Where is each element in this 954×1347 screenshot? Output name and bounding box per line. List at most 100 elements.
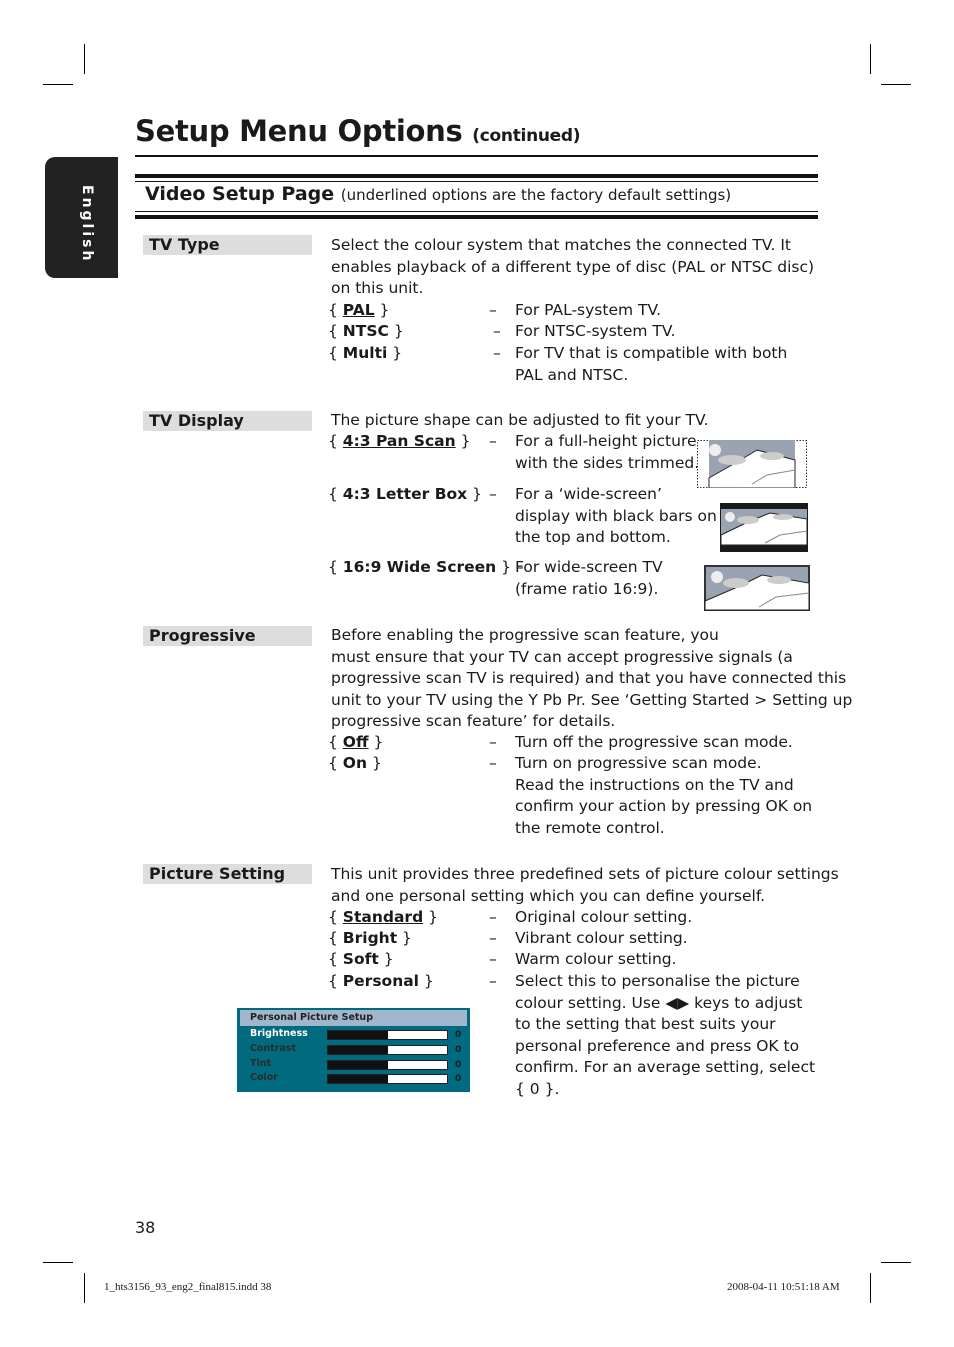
personal-picture-setup-panel: Personal Picture Setup Brightness 0 Cont…	[237, 1008, 470, 1092]
option-desc: Vibrant colour setting.	[515, 929, 688, 947]
dash: –	[489, 950, 497, 968]
option-desc: For wide-screen TV (frame ratio 16:9).	[515, 557, 663, 600]
picture-setting-intro: This unit provides three predefined sets…	[331, 864, 839, 907]
option-name: PAL	[342, 301, 375, 319]
language-tab: English	[45, 157, 118, 278]
option-off: { Off }	[328, 733, 384, 751]
crop-mark	[881, 84, 911, 85]
desc-line: (frame ratio 16:9).	[515, 579, 659, 598]
desc-line: display with black bars on	[515, 506, 717, 525]
section-rule-bottom	[135, 215, 818, 219]
section-title: Video Setup Page (underlined options are…	[145, 183, 731, 205]
brightness-slider[interactable]	[327, 1030, 448, 1040]
setting-label-contrast: Contrast	[250, 1043, 297, 1054]
progressive-intro: Before enabling the progressive scan fea…	[331, 625, 852, 733]
dash: –	[489, 908, 497, 926]
option-on: { On }	[328, 754, 382, 772]
dash: –	[489, 432, 497, 450]
desc-line: to the setting that best suits your	[515, 1015, 776, 1033]
option-name: Standard	[342, 908, 424, 926]
option-desc: Turn off the progressive scan mode.	[515, 733, 793, 751]
slider-fill	[328, 1046, 388, 1054]
desc-line: personal preference and press OK to	[515, 1036, 800, 1055]
setting-label-color: Color	[250, 1072, 278, 1083]
option-letter-box: { 4:3 Letter Box }	[328, 485, 482, 503]
color-slider[interactable]	[327, 1074, 448, 1084]
intro-line: enables playback of a different type of …	[331, 257, 815, 276]
desc-line: For a full-height picture	[515, 432, 697, 450]
page-title-text: Setup Menu Options	[135, 114, 463, 148]
dash: –	[493, 322, 501, 340]
desc-line: For a ‘wide-screen’	[515, 485, 662, 503]
intro-line: Before enabling the progressive scan fea…	[331, 626, 719, 644]
option-desc: For a full-height picture with the sides…	[515, 431, 699, 474]
language-tab-label: English	[79, 185, 95, 264]
option-name: Bright	[342, 929, 398, 947]
option-name: Soft	[342, 950, 379, 968]
crop-mark	[43, 84, 73, 85]
page-title-suffix: (continued)	[472, 126, 581, 146]
option-name: 4:3 Letter Box	[342, 485, 468, 503]
dash: –	[489, 485, 497, 503]
crop-mark	[870, 1273, 871, 1303]
intro-line: and one personal setting which you can d…	[331, 886, 766, 905]
option-desc: For NTSC-system TV.	[515, 322, 676, 340]
option-wide-screen: { 16:9 Wide Screen } –	[328, 558, 524, 576]
desc-line: colour setting. Use ◀▶ keys to adjust	[515, 993, 803, 1012]
tv-display-intro: The picture shape can be adjusted to fit…	[331, 411, 709, 429]
intro-line: progressive scan TV is required) and tha…	[331, 669, 847, 687]
section-rule-bottom-thin	[135, 211, 818, 212]
option-soft: { Soft }	[328, 950, 394, 968]
contrast-slider[interactable]	[327, 1045, 448, 1055]
desc-line: PAL and NTSC.	[515, 365, 629, 384]
dash: –	[489, 733, 497, 751]
section-title-text: Video Setup Page	[145, 183, 335, 205]
slider-fill	[328, 1075, 388, 1083]
intro-line: progressive scan feature’ for details.	[331, 712, 616, 730]
option-pan-scan: { 4:3 Pan Scan }	[328, 432, 471, 450]
desc-line: the remote control.	[515, 818, 665, 837]
dash: –	[489, 972, 497, 990]
title-rule	[135, 155, 818, 157]
intro-line: This unit provides three predefined sets…	[331, 865, 839, 883]
dash: –	[493, 344, 501, 362]
option-desc: For PAL-system TV.	[515, 301, 662, 319]
page-title: Setup Menu Options (continued)	[135, 114, 581, 148]
option-name: Off	[342, 733, 369, 751]
option-name: NTSC	[342, 322, 389, 340]
progressive-label: Progressive	[143, 626, 312, 646]
picture-setting-label: Picture Setting	[143, 864, 312, 884]
slider-fill	[328, 1031, 388, 1039]
option-multi: { Multi }	[328, 344, 403, 362]
option-desc: Original colour setting.	[515, 908, 693, 926]
intro-line: on this unit.	[331, 279, 424, 297]
intro-line: Select the colour system that matches th…	[331, 236, 791, 254]
crop-mark	[84, 44, 85, 74]
option-desc: Warm colour setting.	[515, 950, 677, 968]
pan-scan-illustration	[697, 440, 807, 488]
option-standard: { Standard }	[328, 908, 438, 926]
desc-line: with the sides trimmed.	[515, 453, 700, 472]
footer-timestamp: 2008-04-11 10:51:18 AM	[727, 1281, 840, 1293]
dash: –	[489, 929, 497, 947]
section-rule-top	[135, 174, 818, 178]
option-ntsc: { NTSC }	[328, 322, 404, 340]
footer-file-name: 1_hts3156_93_eng2_final815.indd 38	[104, 1281, 272, 1293]
setting-value: 0	[455, 1060, 462, 1070]
dash: –	[489, 301, 497, 319]
option-desc: Turn on progressive scan mode. Read the …	[515, 753, 812, 839]
option-bright: { Bright }	[328, 929, 412, 947]
option-desc: Select this to personalise the picture c…	[515, 971, 815, 1100]
crop-mark	[43, 1262, 73, 1263]
setting-value: 0	[455, 1074, 462, 1084]
desc-line: confirm. For an average setting, select	[515, 1058, 816, 1076]
section-note: (underlined options are the factory defa…	[340, 186, 732, 204]
slider-fill	[328, 1061, 388, 1069]
setting-value: 0	[455, 1045, 462, 1055]
dash: –	[489, 754, 497, 772]
tint-slider[interactable]	[327, 1060, 448, 1070]
section-rule-top-thin	[135, 181, 818, 182]
setting-value: 0	[455, 1030, 462, 1040]
intro-line: must ensure that your TV can accept prog…	[331, 647, 793, 666]
desc-line: confirm your action by pressing OK on	[515, 797, 813, 815]
